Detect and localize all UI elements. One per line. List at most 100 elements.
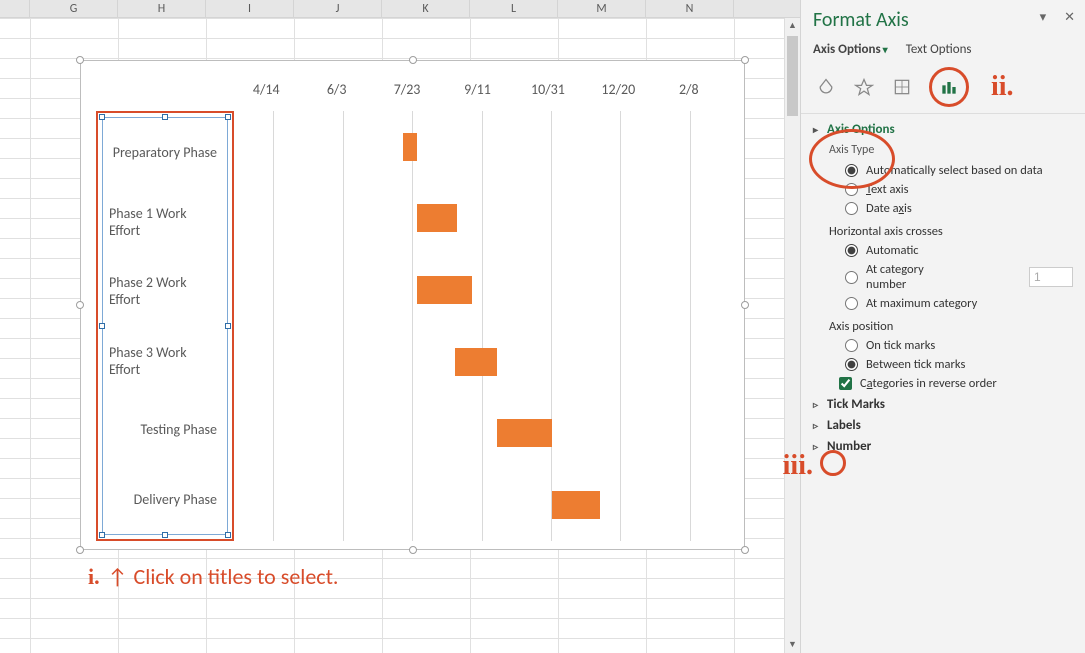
section-axis-options-label: Axis Options bbox=[827, 122, 895, 137]
section-axis-options[interactable]: ▸ Axis Options bbox=[813, 122, 1073, 137]
radio-between-tick-marks-label: Between tick marks bbox=[866, 357, 965, 372]
radio-at-max-category-label: At maximum category bbox=[866, 296, 977, 311]
section-labels[interactable]: ▹ Labels bbox=[813, 418, 1073, 433]
radio-at-max-category[interactable]: At maximum category bbox=[845, 296, 1073, 311]
triangle-down-icon: ▸ bbox=[813, 123, 823, 136]
x-tick: 10/31 bbox=[513, 81, 583, 105]
close-icon[interactable]: ✕ bbox=[1064, 10, 1075, 25]
gantt-bar[interactable] bbox=[417, 204, 458, 232]
pane-menu-icon[interactable]: ▾ bbox=[1040, 10, 1047, 25]
bar-row[interactable] bbox=[239, 111, 724, 183]
section-tick-marks[interactable]: ▹ Tick Marks bbox=[813, 397, 1073, 412]
y-axis-selected[interactable]: Preparatory Phase Phase 1 Work Effort Ph… bbox=[96, 111, 234, 541]
x-tick: 4/14 bbox=[231, 81, 301, 105]
radio-date-axis-label: Date axis bbox=[866, 201, 912, 216]
col-header[interactable]: K bbox=[382, 0, 470, 17]
triangle-right-icon: ▹ bbox=[813, 398, 823, 411]
radio-auto-select-input[interactable] bbox=[845, 164, 858, 177]
radio-between-tick-marks-input[interactable] bbox=[845, 358, 858, 371]
horizontal-crosses-label: Horizontal axis crosses bbox=[829, 224, 1073, 239]
tab-axis-options[interactable]: Axis Options▾ bbox=[813, 42, 888, 57]
scrollbar-thumb[interactable] bbox=[787, 36, 798, 116]
bar-row[interactable] bbox=[239, 469, 724, 541]
radio-automatic-input[interactable] bbox=[845, 244, 858, 257]
plot-area[interactable]: 4/14 6/3 7/23 9/11 10/31 12/20 2/8 bbox=[91, 81, 724, 539]
y-axis-label: Phase 2 Work Effort bbox=[109, 257, 221, 326]
axis-type-label: Axis Type bbox=[829, 143, 1073, 157]
gantt-bar[interactable] bbox=[552, 491, 600, 519]
col-header[interactable]: M bbox=[558, 0, 646, 17]
radio-at-category-number-input[interactable] bbox=[845, 271, 858, 284]
bar-row[interactable] bbox=[239, 254, 724, 326]
col-header[interactable]: H bbox=[118, 0, 206, 17]
radio-between-tick-marks[interactable]: Between tick marks bbox=[845, 357, 1073, 372]
radio-text-axis[interactable]: Text axis bbox=[845, 182, 1073, 197]
x-tick: 6/3 bbox=[301, 81, 371, 105]
radio-automatic-label: Automatic bbox=[866, 243, 919, 258]
fill-line-icon[interactable] bbox=[815, 76, 837, 98]
instruction-text: Click on titles to select. bbox=[134, 563, 339, 590]
radio-date-axis-input[interactable] bbox=[845, 202, 858, 215]
y-axis-label: Phase 1 Work Effort bbox=[109, 187, 221, 256]
x-tick: 7/23 bbox=[372, 81, 442, 105]
axis-position-label: Axis position bbox=[829, 319, 1073, 334]
radio-on-tick-marks-label: On tick marks bbox=[866, 338, 935, 353]
x-axis[interactable]: 4/14 6/3 7/23 9/11 10/31 12/20 2/8 bbox=[231, 81, 724, 105]
column-headers: G H I J K L M N bbox=[0, 0, 800, 18]
roman-iii: iii. bbox=[783, 450, 813, 482]
bar-row[interactable] bbox=[239, 398, 724, 470]
chart-object[interactable]: 4/14 6/3 7/23 9/11 10/31 12/20 2/8 bbox=[80, 60, 745, 550]
radio-automatic[interactable]: Automatic bbox=[845, 243, 1073, 258]
y-axis-label: Phase 3 Work Effort bbox=[109, 326, 221, 395]
grid-body[interactable]: 4/14 6/3 7/23 9/11 10/31 12/20 2/8 bbox=[0, 18, 800, 653]
category-number-input[interactable] bbox=[1029, 267, 1073, 287]
gantt-bar[interactable] bbox=[455, 348, 497, 376]
bar-row[interactable] bbox=[239, 326, 724, 398]
gantt-bar[interactable] bbox=[403, 133, 417, 161]
col-header[interactable]: I bbox=[206, 0, 294, 17]
checkbox-reverse-order-label: Categories in reverse order bbox=[860, 376, 997, 391]
vertical-scrollbar[interactable]: ▲ ▼ bbox=[784, 18, 800, 653]
triangle-right-icon: ▹ bbox=[813, 419, 823, 432]
radio-text-axis-input[interactable] bbox=[845, 183, 858, 196]
triangle-right-icon: ▹ bbox=[813, 440, 823, 453]
format-axis-pane: ▾ ✕ Format Axis Axis Options▾ Text Optio… bbox=[800, 0, 1085, 653]
section-labels-label: Labels bbox=[827, 418, 861, 433]
section-tick-marks-label: Tick Marks bbox=[827, 397, 885, 412]
annotation-circle-axis-options bbox=[809, 129, 895, 189]
gantt-bar[interactable] bbox=[497, 419, 552, 447]
scrollbar-arrow-down-icon[interactable]: ▼ bbox=[785, 637, 800, 653]
gantt-bar[interactable] bbox=[417, 276, 472, 304]
tab-text-options[interactable]: Text Options bbox=[906, 42, 972, 57]
radio-at-category-number[interactable]: At category number bbox=[845, 262, 1073, 292]
bar-row[interactable] bbox=[239, 183, 724, 255]
scrollbar-arrow-up-icon[interactable]: ▲ bbox=[785, 18, 800, 34]
radio-at-max-category-input[interactable] bbox=[845, 297, 858, 310]
col-header[interactable]: N bbox=[646, 0, 734, 17]
size-properties-icon[interactable] bbox=[891, 76, 913, 98]
radio-date-axis[interactable]: Date axis bbox=[845, 201, 1073, 216]
section-number[interactable]: ▹ Number bbox=[813, 439, 1073, 454]
col-header[interactable]: J bbox=[294, 0, 382, 17]
radio-auto-select[interactable]: Automatically select based on data bbox=[845, 163, 1073, 178]
y-axis-label: Testing Phase bbox=[109, 395, 221, 464]
checkbox-reverse-order[interactable]: Categories in reverse order bbox=[839, 376, 1073, 391]
radio-on-tick-marks[interactable]: On tick marks bbox=[845, 338, 1073, 353]
radio-auto-select-label: Automatically select based on data bbox=[866, 163, 1043, 178]
bars-region[interactable] bbox=[239, 111, 724, 541]
y-axis-label: Delivery Phase bbox=[109, 465, 221, 534]
y-axis-label: Preparatory Phase bbox=[109, 118, 221, 187]
tab-axis-options-label: Axis Options bbox=[813, 42, 881, 57]
axis-options-icon-annotation bbox=[929, 67, 969, 107]
radio-on-tick-marks-input[interactable] bbox=[845, 339, 858, 352]
checkbox-reverse-order-input[interactable] bbox=[839, 377, 852, 390]
x-tick: 9/11 bbox=[442, 81, 512, 105]
effects-icon[interactable] bbox=[853, 76, 875, 98]
col-header[interactable]: G bbox=[30, 0, 118, 17]
x-tick: 2/8 bbox=[654, 81, 724, 105]
up-arrow-icon: ↑ bbox=[108, 563, 128, 590]
col-header[interactable]: L bbox=[470, 0, 558, 17]
axis-options-icon[interactable] bbox=[938, 76, 960, 98]
roman-i: i. bbox=[88, 564, 100, 590]
annotation-i: i. ↑ Click on titles to select. bbox=[88, 563, 339, 590]
